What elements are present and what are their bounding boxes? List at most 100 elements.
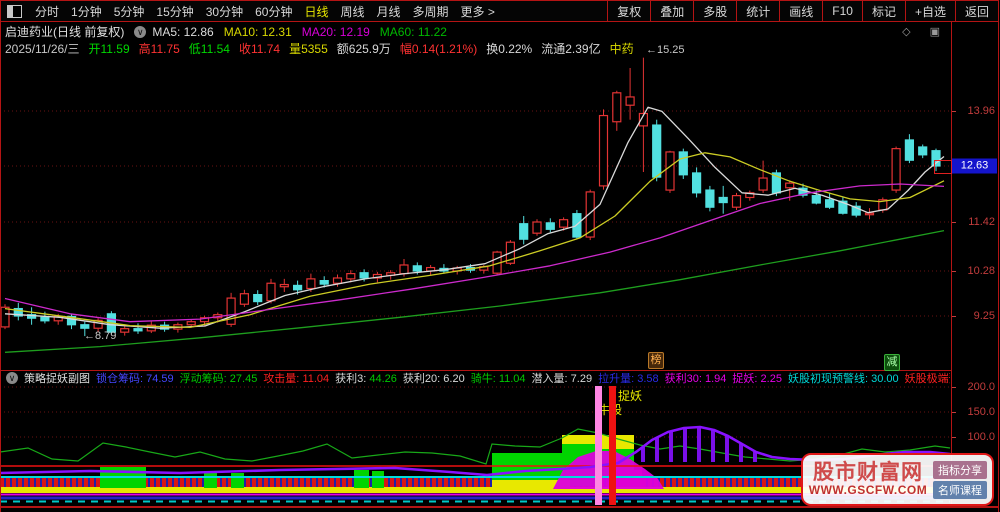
indicator-axis-label-0: 200.0 — [952, 381, 995, 393]
ind-field-value: 11.04 — [302, 373, 330, 385]
action-item-3[interactable]: 统计 — [736, 1, 779, 21]
main-chart-canvas[interactable]: 捉妖牛股 — [0, 0, 1000, 512]
stat-item-5: 量5355 — [289, 41, 328, 56]
ind-field-value: 3.58 — [637, 373, 659, 385]
period-toolbar: 分时 1分钟 5分钟 15分钟 30分钟 60分钟 日线 周线 月线 多周期 更多 > 复权 叠加 多股… — [0, 0, 999, 22]
indicator-fields: 锁仓筹码: 74.59 浮动筹码: 27.45 攻击量: 11.04 获利3: 44.… — [96, 371, 950, 385]
period-item-0[interactable]: 分时 — [35, 3, 59, 20]
ind-field-value: 1.94 — [705, 373, 727, 385]
ma-value-3: MA60: 11.22 — [379, 24, 447, 39]
action-item-1[interactable]: 叠加 — [650, 1, 693, 21]
signal-bar-0 — [595, 386, 602, 505]
stat-item-4: 收11.74 — [238, 41, 281, 56]
ind-field-4: 获利20: 6.20 — [403, 371, 465, 385]
watermark-badge-1: 名师课程 — [933, 480, 987, 499]
window-border-right — [998, 0, 999, 512]
period-item-9[interactable]: 多周期 — [413, 3, 449, 20]
price-axis-label-2: 10.28 — [952, 265, 995, 277]
indicator-axis-label-2: 100.0 — [952, 431, 995, 443]
ind-field-label: 潜入量: — [531, 373, 571, 385]
signal-bar-1 — [609, 386, 616, 505]
ma-value-2: MA20: 12.19 — [301, 24, 370, 39]
ind-field-10: 妖股初现预警线: 30.00 — [788, 371, 899, 385]
watermark-badges: 指标分享 名师课程 — [933, 460, 987, 500]
candles — [0, 57, 941, 337]
stat-item-0: 2025/11/26/三 — [5, 41, 80, 56]
window-border-bottom — [0, 506, 999, 508]
ma-values: MA5: 12.86 MA10: 12.31 MA20: 12.19 MA60: 11… — [152, 25, 457, 39]
price-axis-label-3: 9.25 — [952, 310, 995, 322]
event-badge-0[interactable]: 榜 — [648, 352, 664, 369]
stat-item-8: 换0.22% — [486, 41, 533, 56]
stat-item-3: 低11.54 — [188, 41, 230, 56]
period-menu: 分时 1分钟 5分钟 15分钟 30分钟 60分钟 日线 周线 月线 多周期 更多 > — [29, 3, 501, 20]
ind-field-11: 妖股极端预警线: 5 — [905, 371, 950, 385]
ind-field-label: 妖股初现预警线: — [787, 373, 872, 385]
indicator-axis-label-1: 150.0 — [952, 406, 995, 418]
action-item-5[interactable]: F10 — [822, 1, 862, 21]
stat-item-1: 开11.59 — [88, 41, 130, 56]
stat-item-9: 流通2.39亿 — [541, 41, 601, 56]
price-annotation-1: ←8.79 — [84, 330, 117, 342]
action-item-7[interactable]: +自选 — [904, 1, 955, 21]
ind-field-label: 骑牛: — [470, 373, 499, 385]
period-item-6[interactable]: 日线 — [304, 3, 328, 20]
period-item-5[interactable]: 60分钟 — [255, 3, 292, 20]
period-item-4[interactable]: 30分钟 — [206, 3, 243, 20]
period-item-1[interactable]: 1分钟 — [71, 3, 102, 20]
ind-field-value: 74.59 — [146, 373, 174, 385]
window-border-left — [0, 0, 1, 512]
toolbar-actions: 复权 叠加 多股 统计 画线 F10 标记 +自选 返回 — [607, 1, 998, 21]
ma60-line — [4, 229, 945, 353]
period-item-8[interactable]: 月线 — [377, 3, 401, 20]
stat-item-2: 高11.75 — [138, 41, 180, 56]
stats-bar: 2025/11/26/三 开11.59 高11.75 低11.54 收11.74 量535… — [0, 40, 1000, 56]
ind-field-5: 骑牛: 11.04 — [471, 371, 526, 385]
watermark-url: WWW.GSCFW.COM — [808, 483, 928, 498]
ind-field-value: 7.29 — [570, 373, 593, 385]
ind-field-3: 获利3: 44.26 — [335, 371, 397, 385]
ind-field-label: 锁仓筹码: — [96, 373, 147, 385]
last-candle-marker — [934, 160, 952, 174]
ma20-line — [4, 183, 945, 323]
watermark: 股市财富网 WWW.GSCFW.COM 指标分享 名师课程 — [801, 453, 994, 506]
chevron-down-icon[interactable]: ∨ — [134, 25, 147, 38]
period-item-3[interactable]: 15分钟 — [156, 3, 193, 20]
indicator-header: ∨ 策略捉妖副图 锁仓筹码: 74.59 浮动筹码: 27.45 攻击量: 11.0… — [0, 371, 950, 385]
stock-title: 启迪药业(日线 前复权) — [5, 25, 125, 39]
period-item-2[interactable]: 5分钟 — [114, 3, 145, 20]
last-price-tag: 12.63 — [952, 158, 997, 174]
ma5-line — [4, 106, 945, 329]
ma-value-1: MA10: 12.31 — [223, 24, 292, 39]
period-item-10[interactable]: 更多 > — [461, 3, 495, 20]
ind-field-label: 获利20: — [402, 373, 444, 385]
ind-field-label: 捉妖: — [732, 373, 761, 385]
axis-divider — [951, 22, 952, 506]
stat-item-7: 幅0.14(1.21%) — [399, 41, 478, 56]
watermark-badge-0: 指标分享 — [933, 460, 987, 479]
ma10-line — [4, 152, 945, 329]
action-item-2[interactable]: 多股 — [693, 1, 736, 21]
action-item-4[interactable]: 画线 — [779, 1, 822, 21]
ind-field-label: 攻击量: — [263, 373, 303, 385]
ind-field-label: 拉升量: — [598, 373, 638, 385]
ma-value-0: MA5: 12.86 — [152, 24, 214, 39]
price-axis-label-0: 13.96 — [952, 105, 995, 117]
window-layout-icon[interactable] — [7, 4, 22, 18]
ind-field-value: 27.45 — [229, 373, 258, 385]
stat-item-6: 额625.9万 — [336, 41, 391, 56]
indicator-title[interactable]: 策略捉妖副图 — [24, 371, 90, 385]
ind-field-value: 44.26 — [369, 373, 397, 385]
action-item-6[interactable]: 标记 — [861, 1, 905, 21]
ind-field-label: 获利3: — [335, 373, 370, 385]
chart-corner-icons[interactable]: ◇ ▣ — [902, 25, 948, 38]
ind-field-value: 6.20 — [443, 373, 465, 385]
ind-field-label: 获利30: — [664, 373, 705, 385]
period-item-7[interactable]: 周线 — [340, 3, 364, 20]
ind-field-label: 浮动筹码: — [179, 373, 230, 385]
action-item-0[interactable]: 复权 — [607, 1, 650, 21]
ind-field-label: 妖股极端预警线: — [904, 373, 950, 385]
indicator-chevron-icon[interactable]: ∨ — [6, 372, 18, 384]
action-item-8[interactable]: 返回 — [954, 1, 998, 21]
event-badge-1[interactable]: 减 — [884, 354, 900, 371]
